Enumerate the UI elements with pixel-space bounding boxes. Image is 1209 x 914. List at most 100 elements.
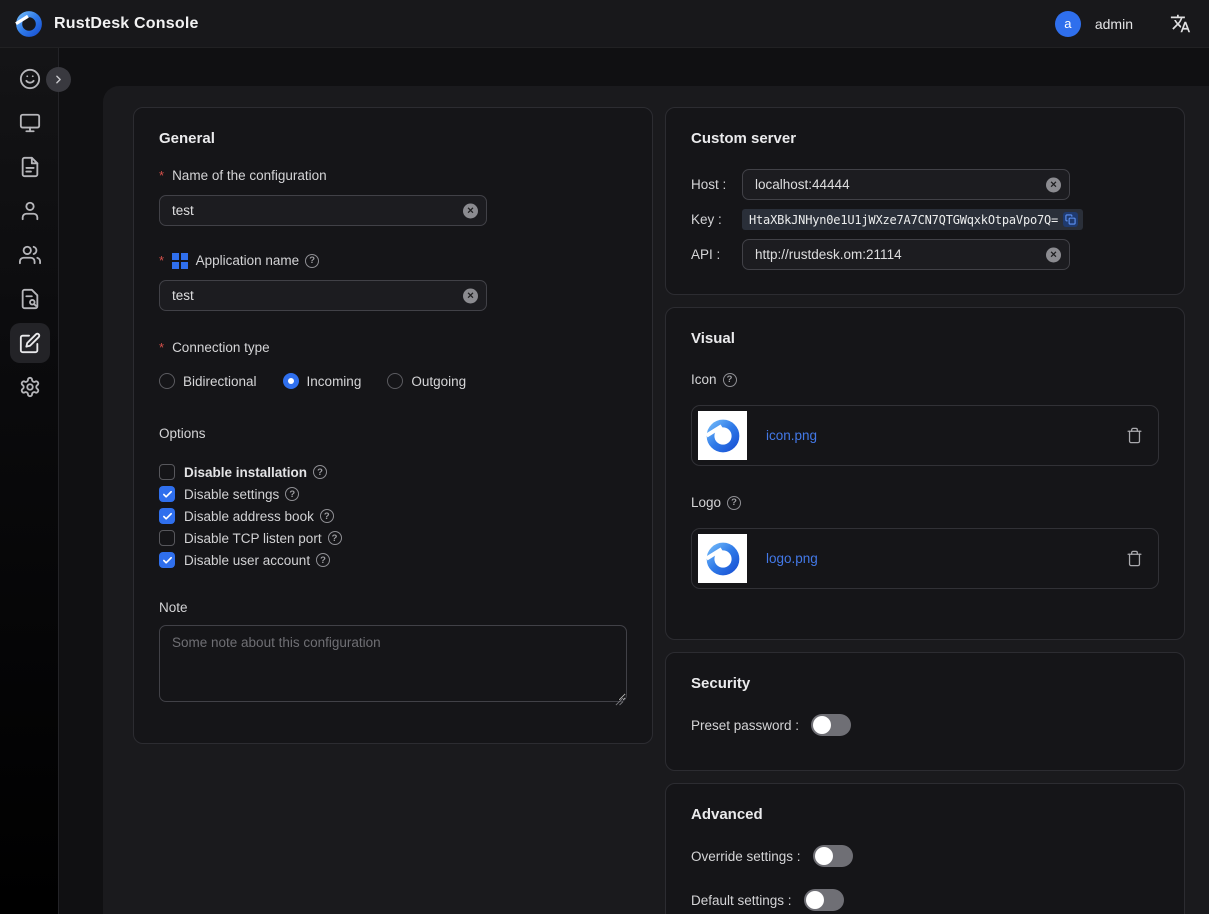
clear-input-icon[interactable]: ✕ xyxy=(463,203,478,218)
help-icon[interactable]: ? xyxy=(316,553,330,567)
note-textarea[interactable] xyxy=(159,625,627,702)
general-card: General * Name of the configuration ✕ * xyxy=(133,107,653,744)
api-input[interactable] xyxy=(742,239,1070,270)
general-title: General xyxy=(159,128,627,149)
radio-outgoing[interactable]: Outgoing xyxy=(387,373,466,389)
api-label: API : xyxy=(691,247,742,262)
monitor-icon xyxy=(19,112,41,134)
custom-server-card: Custom server Host : ✕ Key : HtaXBkJNHy xyxy=(665,107,1185,295)
options-list: Disable installation? Disable settings? … xyxy=(159,461,627,571)
sidebar-item-users[interactable] xyxy=(0,189,59,233)
delete-icon-trash-icon[interactable] xyxy=(1126,427,1144,445)
help-icon[interactable]: ? xyxy=(723,373,737,387)
radio-dot xyxy=(159,373,175,389)
top-header: RustDesk Console a admin xyxy=(0,0,1209,48)
required-asterisk: * xyxy=(159,167,164,185)
config-name-input[interactable] xyxy=(159,195,487,226)
help-icon[interactable]: ? xyxy=(285,487,299,501)
name-config-label: * Name of the configuration xyxy=(159,167,627,185)
sidebar-item-groups[interactable] xyxy=(0,233,59,277)
preset-password-toggle[interactable] xyxy=(811,714,851,736)
connection-type-label: * Connection type xyxy=(159,339,627,357)
clear-input-icon[interactable]: ✕ xyxy=(1046,247,1061,262)
preset-password-label: Preset password : xyxy=(691,718,799,733)
checkbox-box xyxy=(159,552,175,568)
checkbox-box xyxy=(159,508,175,524)
icon-preview xyxy=(698,411,747,460)
radio-bidirectional[interactable]: Bidirectional xyxy=(159,373,257,389)
help-icon[interactable]: ? xyxy=(328,531,342,545)
sidebar-item-settings[interactable] xyxy=(0,365,59,409)
help-icon[interactable]: ? xyxy=(727,496,741,510)
sidebar-expand-button[interactable] xyxy=(46,67,71,92)
checkbox-disable-user-account[interactable]: Disable user account? xyxy=(159,549,627,571)
logo-file-link[interactable]: logo.png xyxy=(766,551,1126,566)
logo-preview xyxy=(698,534,747,583)
override-settings-toggle[interactable] xyxy=(813,845,853,867)
logo-file-box: logo.png xyxy=(691,528,1159,589)
checkbox-disable-settings[interactable]: Disable settings? xyxy=(159,483,627,505)
sidebar-item-audit[interactable] xyxy=(0,277,59,321)
checkbox-box xyxy=(159,530,175,546)
required-asterisk: * xyxy=(159,252,164,270)
brand: RustDesk Console xyxy=(14,9,199,39)
user-icon xyxy=(19,200,41,222)
delete-logo-trash-icon[interactable] xyxy=(1126,550,1144,568)
server-key-value: HtaXBkJNHyn0e1U1jWXze7A7CN7QTGWqxkOtpaVp… xyxy=(742,209,1083,230)
rustdesk-logo-icon xyxy=(704,540,742,578)
checkbox-disable-installation[interactable]: Disable installation? xyxy=(159,461,627,483)
host-label: Host : xyxy=(691,177,742,192)
clear-input-icon[interactable]: ✕ xyxy=(1046,177,1061,192)
visual-card: Visual Icon ? ico xyxy=(665,307,1185,640)
checkbox-disable-tcp-listen-port[interactable]: Disable TCP listen port? xyxy=(159,527,627,549)
required-asterisk: * xyxy=(159,339,164,357)
checkbox-box xyxy=(159,486,175,502)
default-settings-toggle[interactable] xyxy=(804,889,844,911)
radio-incoming[interactable]: Incoming xyxy=(283,373,362,389)
help-icon[interactable]: ? xyxy=(313,465,327,479)
host-input[interactable] xyxy=(742,169,1070,200)
user-avatar[interactable]: a xyxy=(1055,11,1081,37)
visual-title: Visual xyxy=(691,328,1159,349)
rustdesk-logo-icon xyxy=(704,417,742,455)
icon-file-link[interactable]: icon.png xyxy=(766,428,1126,443)
application-name-input[interactable] xyxy=(159,280,487,311)
language-translate-icon[interactable] xyxy=(1169,13,1191,35)
checkbox-box xyxy=(159,464,175,480)
connection-type-radio-group: Bidirectional Incoming Outgoing xyxy=(159,371,627,391)
help-icon[interactable]: ? xyxy=(305,254,319,268)
windows-logo-icon xyxy=(172,253,188,269)
chevron-right-icon xyxy=(52,73,65,86)
radio-dot xyxy=(283,373,299,389)
content-area: General * Name of the configuration ✕ * xyxy=(59,48,1209,914)
smile-icon xyxy=(19,68,41,90)
sidebar-item-configurations[interactable] xyxy=(0,321,59,365)
file-text-icon xyxy=(19,156,41,178)
note-label: Note xyxy=(159,599,627,617)
advanced-title: Advanced xyxy=(691,804,1159,825)
sidebar-item-devices[interactable] xyxy=(0,101,59,145)
application-name-label: * Application name ? xyxy=(159,252,627,270)
main-panel: General * Name of the configuration ✕ * xyxy=(103,86,1209,914)
app-title: RustDesk Console xyxy=(54,15,199,33)
key-label: Key : xyxy=(691,212,742,227)
override-settings-label: Override settings : xyxy=(691,849,801,864)
clear-input-icon[interactable]: ✕ xyxy=(463,288,478,303)
help-icon[interactable]: ? xyxy=(320,509,334,523)
user-name[interactable]: admin xyxy=(1095,16,1133,32)
file-search-icon xyxy=(19,288,41,310)
icon-label: Icon ? xyxy=(691,371,1159,389)
icon-file-box: icon.png xyxy=(691,405,1159,466)
edit-icon xyxy=(19,332,41,354)
gear-icon xyxy=(19,376,41,398)
security-card: Security Preset password : xyxy=(665,652,1185,771)
logo-label: Logo ? xyxy=(691,494,1159,512)
advanced-card: Advanced Override settings : Default set… xyxy=(665,783,1185,914)
rustdesk-logo-icon xyxy=(14,9,44,39)
copy-key-icon[interactable] xyxy=(1063,212,1078,227)
sidebar-item-sessions[interactable] xyxy=(0,145,59,189)
options-label: Options xyxy=(159,425,627,443)
sidebar-nav xyxy=(0,48,59,914)
users-icon xyxy=(19,244,41,266)
checkbox-disable-address-book[interactable]: Disable address book? xyxy=(159,505,627,527)
